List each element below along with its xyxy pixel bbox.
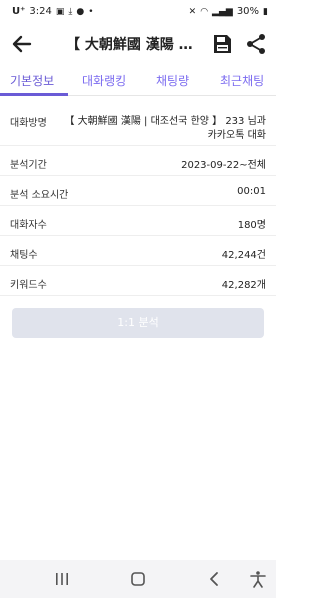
page-title: 【 大朝鮮國 漢陽 | 대조선국 한양 】 233 님과 카카오톡 대화	[66, 37, 196, 53]
home-button[interactable]	[128, 570, 148, 588]
chats-label: 채팅수	[10, 250, 38, 261]
info-panel: 대화방명 【 大朝鮮國 漢陽 | 대조선국 한양 】 233 님과 카카오톡 대…	[0, 98, 276, 302]
battery-label: 30%	[236, 6, 260, 17]
info-row-duration: 분석 소요시간 00:01	[0, 176, 276, 206]
info-row-keywords: 키워드수 42,282개	[0, 266, 276, 296]
period-value: 2023-09-22~전체	[181, 160, 266, 171]
dot-icon: •	[88, 6, 94, 17]
info-row-room: 대화방명 【 大朝鮮國 漢陽 | 대조선국 한양 】 233 님과 카카오톡 대…	[0, 98, 276, 146]
system-nav-bar	[0, 560, 276, 598]
tab-chat-volume[interactable]: 채팅량	[156, 72, 189, 89]
keywords-label: 키워드수	[10, 280, 47, 291]
active-tab-indicator	[0, 93, 68, 96]
status-bar: U⁺ 3:24 ▣ ⤓ ● • ✕ ◠ ▂▄▆ 30% ▮	[0, 0, 276, 24]
back-nav-button[interactable]	[204, 570, 224, 588]
chevron-left-icon	[210, 572, 218, 586]
download-icon: ⤓	[68, 6, 73, 17]
accessibility-button[interactable]	[248, 570, 268, 588]
status-bar-right: ✕ ◠ ▂▄▆ 30% ▮	[189, 6, 268, 17]
members-value: 180명	[237, 220, 266, 231]
chat-icon: ●	[76, 6, 85, 17]
back-arrow-icon	[12, 35, 32, 53]
app-bar: 【 大朝鮮國 漢陽 | 대조선국 한양 】 233 님과 카카오톡 대화	[0, 24, 276, 64]
share-icon	[247, 34, 265, 54]
tab-basic-info[interactable]: 기본정보	[10, 72, 54, 89]
carrier-label: U⁺	[12, 6, 26, 17]
recent-apps-icon	[56, 573, 68, 585]
tab-chat-ranking[interactable]: 대화랭킹	[82, 72, 126, 89]
back-button[interactable]	[8, 30, 36, 58]
home-icon	[131, 572, 145, 586]
chats-value: 42,244건	[221, 250, 266, 261]
recent-apps-button[interactable]	[52, 570, 72, 588]
room-value-line1: 【 大朝鮮國 漢陽 | 대조선국 한양 】 233 님과	[64, 116, 267, 127]
duration-value: 00:01	[237, 186, 266, 197]
period-label: 분석기간	[10, 160, 47, 171]
room-label: 대화방명	[10, 118, 47, 129]
signal-icon: ▂▄▆	[212, 6, 233, 17]
members-label: 대화자수	[10, 220, 47, 231]
share-button[interactable]	[244, 32, 268, 56]
clock: 3:24	[29, 6, 52, 17]
status-bar-left: U⁺ 3:24 ▣ ⤓ ● •	[12, 6, 94, 17]
one-on-one-analysis-button[interactable]: 1:1 분석	[12, 308, 264, 338]
save-button[interactable]	[210, 32, 234, 56]
keywords-value: 42,282개	[221, 280, 266, 291]
accessibility-icon	[250, 571, 266, 588]
wifi-icon: ◠	[200, 6, 209, 17]
mute-icon: ✕	[188, 6, 197, 17]
image-icon: ▣	[55, 6, 65, 17]
duration-label: 분석 소요시간	[10, 190, 69, 201]
info-row-members: 대화자수 180명	[0, 206, 276, 236]
tab-recent-chats[interactable]: 최근채팅	[220, 72, 264, 89]
tab-bar: 기본정보 대화랭킹 채팅량 최근채팅	[0, 66, 276, 96]
save-icon	[214, 35, 231, 53]
room-value-line2: 카카오톡 대화	[207, 130, 266, 141]
info-row-period: 분석기간 2023-09-22~전체	[0, 146, 276, 176]
info-row-chats: 채팅수 42,244건	[0, 236, 276, 266]
battery-icon: ▮	[263, 6, 268, 17]
